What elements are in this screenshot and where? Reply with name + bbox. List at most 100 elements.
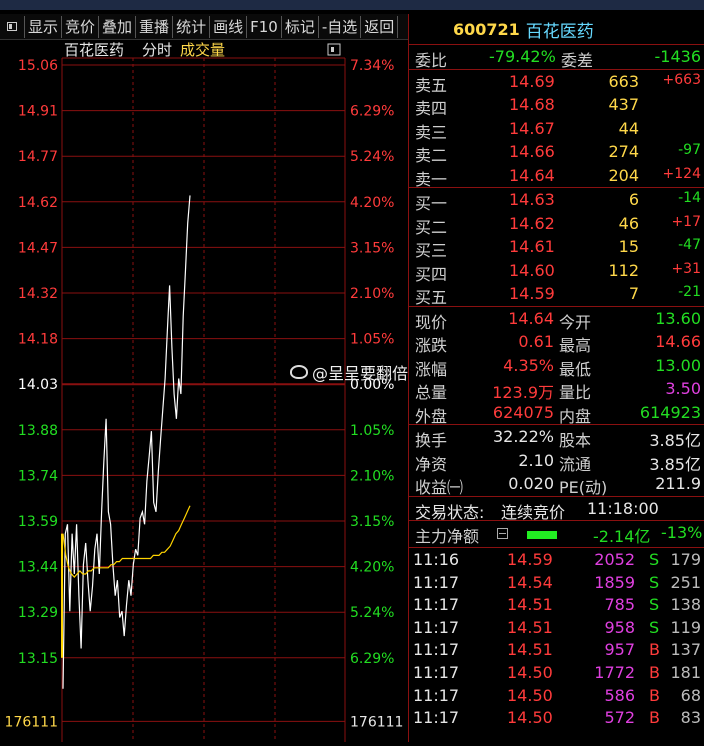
bids-row[interactable]: 买五 14.59 7 -21 (409, 282, 704, 307)
toolbar-button-3[interactable]: 重播 (136, 15, 174, 38)
price-tick-label: 14.18 (18, 332, 58, 348)
tick-volume: 958 (604, 617, 635, 637)
bids-row[interactable]: 买四 14.60 112 +31 (409, 259, 704, 284)
tick-side: B (649, 662, 660, 682)
asks-change: -97 (678, 142, 701, 158)
chart-expand-icon-inner (331, 47, 334, 52)
stock-header[interactable]: 600721 百花医药 (409, 14, 704, 45)
tick-row[interactable]: 11:17 14.50 572 B 83 (409, 706, 704, 729)
tick-price: 14.50 (507, 685, 553, 705)
tick-side: S (649, 572, 660, 592)
stats1-value-2: 614923 (639, 402, 701, 422)
tick-volume: 2052 (594, 550, 635, 569)
toolbar-button-1[interactable]: 竞价 (62, 15, 100, 38)
stats1-label-2: 今开 (559, 312, 592, 332)
stats2-label-2: PE(动) (559, 478, 608, 497)
toolbar-button-5[interactable]: 画线 (210, 15, 248, 38)
asks-row[interactable]: 卖一 14.64 204 +124 (409, 164, 704, 189)
intraday-chart[interactable]: 百花医药 分时 成交量 15.06 7.34% 14.91 6.29% 14.77 5.24% 1… (0, 40, 408, 742)
tick-row[interactable]: 11:17 14.54 1859 S 251 (409, 571, 704, 594)
stats1-row: 外盘 624075 内盘 614923 (409, 401, 704, 426)
tick-side: S (649, 595, 660, 615)
price-tick-label: 14.47 (18, 240, 58, 256)
bids-change: -47 (678, 237, 701, 253)
stats1-label: 总量 (415, 383, 448, 402)
stats1-label-2: 最低 (559, 359, 592, 379)
bids-label: 买二 (415, 217, 448, 237)
price-line (62, 195, 191, 689)
toolbar-button-6[interactable]: F10 (247, 15, 282, 38)
stats2-label: 收益㈠ (415, 478, 464, 497)
tick-list[interactable]: 11:16 14.59 2052 S 179 11:17 14.54 1859 S 251 11:1… (409, 548, 704, 729)
stats1-value: 4.35% (503, 355, 554, 375)
bids-row[interactable]: 买二 14.62 46 +17 (409, 212, 704, 237)
main-flow-row[interactable]: 主力净额 -2.14亿 -13% (409, 521, 704, 547)
tick-time: 11:17 (413, 708, 460, 728)
bids-volume: 112 (608, 260, 639, 280)
stats2-value: 2.10 (518, 450, 554, 470)
asks-row[interactable]: 卖五 14.69 663 +663 (409, 70, 704, 95)
pct-tick-label: 2.10% (350, 468, 394, 484)
bids-label: 买一 (415, 194, 448, 213)
flow-pct: -13% (661, 523, 703, 542)
bids-label: 买五 (415, 288, 448, 307)
price-tick-label: 13.15 (18, 651, 58, 667)
tick-price: 14.51 (507, 640, 553, 660)
stats2-label-2: 股本 (559, 431, 592, 450)
tick-volume: 1859 (594, 572, 635, 592)
tick-price: 14.54 (507, 572, 553, 592)
asks-row[interactable]: 卖四 14.68 437 (409, 93, 704, 118)
stats1-row: 涨幅 4.35% 最低 13.00 (409, 354, 704, 379)
tick-count: 119 (670, 617, 701, 637)
pct-tick-label: 3.15% (350, 514, 394, 530)
toolbar-button-2[interactable]: 叠加 (99, 15, 137, 38)
asks-row[interactable]: 卖三 14.67 44 (409, 117, 704, 142)
stats2-row: 换手 32.22% 股本 3.85亿 (409, 425, 704, 450)
tick-row[interactable]: 11:16 14.59 2052 S 179 (409, 548, 704, 571)
pct-tick-label: 6.29% (350, 651, 394, 667)
bids-price: 14.61 (509, 237, 555, 256)
toolbar-button-0[interactable]: 显示 (25, 15, 63, 38)
tick-row[interactable]: 11:17 14.50 586 B 68 (409, 684, 704, 707)
stats1-value: 123.9万 (492, 383, 554, 402)
stats1-label: 涨幅 (415, 359, 448, 379)
stats1-value: 14.64 (508, 308, 554, 328)
stats2-value-2: 3.85亿 (649, 431, 701, 450)
tick-row[interactable]: 11:17 14.51 785 S 138 (409, 593, 704, 616)
price-tick-label: 13.88 (18, 423, 58, 439)
stats1-value: 624075 (492, 402, 554, 422)
stats2-label-2: 流通 (559, 454, 592, 474)
asks-label: 卖三 (415, 122, 448, 142)
toolbar-button-4[interactable]: 统计 (173, 15, 211, 38)
tick-time: 11:17 (413, 640, 460, 660)
tick-row[interactable]: 11:17 14.51 958 S 119 (409, 616, 704, 639)
bids-change: -14 (678, 190, 701, 206)
stats2-row: 收益㈠ 0.020 PE(动) 211.9 (409, 472, 704, 497)
tick-row[interactable]: 11:17 14.50 1772 B 181 (409, 661, 704, 684)
toolbar-button-7[interactable]: 标记 (282, 15, 319, 38)
tick-side: B (649, 640, 660, 660)
asks-label: 卖四 (415, 99, 448, 118)
tick-row[interactable]: 11:17 14.51 957 B 137 (409, 638, 704, 661)
tick-side: B (649, 708, 660, 728)
flow-label: 主力净额 (415, 527, 480, 546)
weibi-value: -79.42% (489, 47, 556, 66)
asks-price: 14.67 (509, 118, 555, 138)
toolbar-menu-button[interactable] (0, 15, 25, 38)
bids-row[interactable]: 买一 14.63 6 -14 (409, 188, 704, 213)
price-tick-label: 15.06 (18, 58, 58, 74)
bids-row[interactable]: 买三 14.61 15 -47 (409, 235, 704, 260)
toolbar-button-8[interactable]: -自选 (319, 15, 362, 38)
toolbar-button-9[interactable]: 返回 (361, 15, 399, 38)
tick-count: 138 (670, 595, 701, 615)
pct-tick-label: 1.05% (350, 332, 394, 348)
pct-tick-label: 6.29% (350, 104, 394, 120)
price-tick-label: 13.59 (18, 514, 58, 530)
stats1-label-2: 最高 (559, 336, 592, 355)
asks-price: 14.69 (509, 71, 555, 91)
tick-time: 11:17 (413, 685, 460, 705)
chart-title-indicator: 成交量 (180, 41, 225, 59)
pct-tick-label: 5.24% (350, 605, 394, 621)
tick-price: 14.51 (507, 617, 553, 637)
asks-row[interactable]: 卖二 14.66 274 -97 (409, 140, 704, 165)
